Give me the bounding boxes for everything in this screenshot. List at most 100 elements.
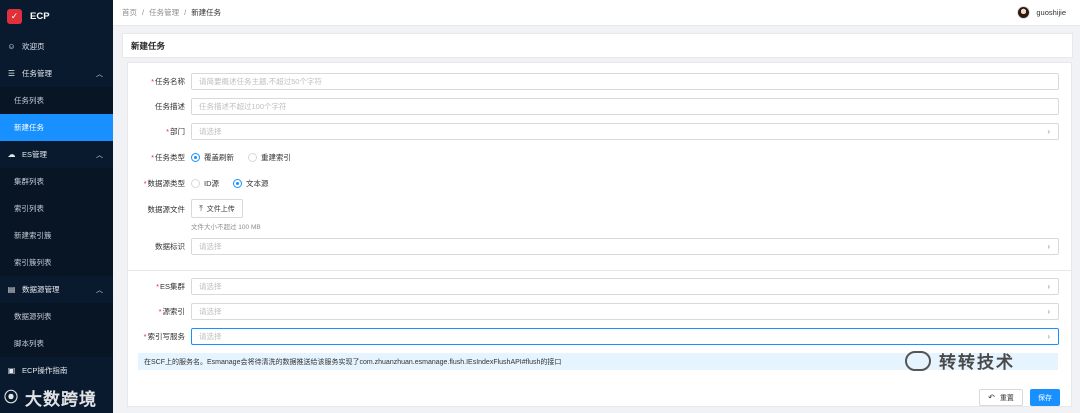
sidebar-item-label: 数据源管理 xyxy=(22,285,60,294)
top-header: 首页 / 任务管理 / 新建任务 guoshijie xyxy=(113,0,1080,26)
sidebar-item-label: 任务列表 xyxy=(14,96,44,105)
sidebar-group-task[interactable]: ☰ 任务管理 ︿ xyxy=(0,60,113,87)
source-index-label: *源索引 xyxy=(158,307,185,316)
breadcrumb-separator: / xyxy=(142,8,145,17)
sidebar-item-new-index-cluster[interactable]: 新建索引簇 xyxy=(0,222,113,249)
database-icon: ▤ xyxy=(7,285,16,294)
breadcrumb-current: 新建任务 xyxy=(191,8,222,17)
task-name-input[interactable]: 请简要概述任务主题,不超过50个字符 xyxy=(191,73,1059,90)
chevron-right-icon: › xyxy=(1047,127,1050,136)
task-desc-input[interactable]: 任务描述不超过100个字符 xyxy=(191,98,1059,115)
upload-button-label: 文件上传 xyxy=(206,205,235,213)
radio-label: 文本源 xyxy=(246,179,269,188)
task-desc-placeholder: 任务描述不超过100个字符 xyxy=(199,102,287,111)
form-row-department: *部门 请选择 › xyxy=(128,123,1071,140)
sidebar-item-index-cluster-list[interactable]: 索引簇列表 xyxy=(0,249,113,276)
radio-id-source[interactable]: ID源 xyxy=(191,178,219,189)
radio-text-source[interactable]: 文本源 xyxy=(233,178,269,189)
data-tag-select[interactable]: 请选择 › xyxy=(191,238,1059,255)
avatar xyxy=(1017,6,1031,19)
sidebar-item-label: ES管理 xyxy=(22,150,48,159)
breadcrumb-home[interactable]: 首页 xyxy=(122,7,137,18)
radio-overwrite-refresh[interactable]: 覆盖刷新 xyxy=(191,152,234,163)
radio-checked-icon xyxy=(233,179,242,188)
sidebar-item-label: 欢迎页 xyxy=(22,42,45,51)
form-row-data-tag: 数据标识 请选择 › xyxy=(128,238,1071,255)
sidebar-item-new-task[interactable]: 新建任务 xyxy=(0,114,113,141)
sidebar-group-es[interactable]: ☁ ES管理 ︿ xyxy=(0,141,113,168)
source-type-radio-group: ID源 文本源 xyxy=(191,178,283,189)
upload-icon: ⤒ xyxy=(199,203,203,213)
reset-button[interactable]: ↶ 重置 xyxy=(979,389,1023,406)
radio-rebuild-index[interactable]: 重建索引 xyxy=(248,152,291,163)
sidebar-item-task-list[interactable]: 任务列表 xyxy=(0,87,113,114)
data-tag-label: 数据标识 xyxy=(155,242,185,251)
list-icon: ☰ xyxy=(7,69,16,78)
form-row-task-desc: 任务描述 任务描述不超过100个字符 xyxy=(128,98,1071,115)
sidebar-item-label: 新建索引簇 xyxy=(14,231,52,240)
save-button[interactable]: 保存 xyxy=(1030,389,1060,406)
chevron-right-icon: › xyxy=(1047,307,1050,316)
wechat-icon xyxy=(905,350,931,371)
index-service-label: *索引写服务 xyxy=(143,332,185,341)
sidebar-item-script-list[interactable]: 脚本列表 xyxy=(0,330,113,357)
source-file-label: 数据源文件 xyxy=(147,205,186,214)
radio-label: ID源 xyxy=(204,179,219,188)
form-row-task-name: *任务名称 请简要概述任务主题,不超过50个字符 xyxy=(128,73,1071,90)
chevron-right-icon: › xyxy=(1047,332,1050,341)
chevron-right-icon: › xyxy=(1047,282,1050,291)
form-row-source-index: *源索引 请选择 › xyxy=(128,303,1071,320)
watermark-logo-icon: ⦿ xyxy=(4,389,19,405)
form-row-source-type: *数据源类型 ID源 文本源 xyxy=(128,175,1071,192)
chevron-right-icon: › xyxy=(1047,242,1050,251)
sidebar-item-label: 脚本列表 xyxy=(14,339,44,348)
watermark-right-text: 转转技术 xyxy=(939,353,1015,372)
sidebar-item-label: ECP操作指南 xyxy=(22,366,68,375)
sidebar-item-label: 索引列表 xyxy=(14,204,44,213)
sidebar-item-label: 数据源列表 xyxy=(14,312,52,321)
user-menu[interactable]: guoshijie xyxy=(1017,6,1066,19)
task-type-label: *任务类型 xyxy=(151,153,185,162)
chevron-up-icon: ︿ xyxy=(96,151,103,159)
es-cluster-select[interactable]: 请选择 › xyxy=(191,278,1059,295)
breadcrumb-separator: / xyxy=(184,8,187,17)
ecp-logo-icon: ✓ xyxy=(7,9,22,24)
form-row-index-service: *索引写服务 请选择 › xyxy=(128,328,1071,345)
department-label: *部门 xyxy=(166,127,185,136)
breadcrumb-task-manage[interactable]: 任务管理 xyxy=(149,7,179,18)
sidebar: ✓ ECP ☺ 欢迎页 ☰ 任务管理 ︿ 任务列表 新建任务 ☁ ES管理 ︿ … xyxy=(0,0,113,413)
book-icon: ▣ xyxy=(7,366,16,375)
source-index-select[interactable]: 请选择 › xyxy=(191,303,1059,320)
radio-unchecked-icon xyxy=(248,153,257,162)
source-type-label: *数据源类型 xyxy=(143,179,185,188)
data-tag-placeholder: 请选择 xyxy=(199,242,222,251)
sidebar-item-welcome[interactable]: ☺ 欢迎页 xyxy=(0,33,113,60)
form-row-es-cluster: *ES集群 请选择 › xyxy=(128,278,1071,295)
sidebar-item-guide[interactable]: ▣ ECP操作指南 xyxy=(0,357,113,384)
sidebar-item-index-list[interactable]: 索引列表 xyxy=(0,195,113,222)
source-index-placeholder: 请选择 xyxy=(199,307,222,316)
sidebar-item-cluster-list[interactable]: 集群列表 xyxy=(0,168,113,195)
watermark-right: 转转技术 xyxy=(905,348,1015,373)
index-service-select[interactable]: 请选择 › xyxy=(191,328,1059,345)
radio-checked-icon xyxy=(191,153,200,162)
task-name-placeholder: 请简要概述任务主题,不超过50个字符 xyxy=(199,77,322,86)
form-divider xyxy=(128,270,1071,271)
page-title: 新建任务 xyxy=(122,33,1073,58)
smile-icon: ☺ xyxy=(7,42,16,51)
sidebar-item-label: 集群列表 xyxy=(14,177,44,186)
form-row-source-file: 数据源文件 ⤒ 文件上传 xyxy=(128,199,1071,218)
reset-label: 重置 xyxy=(999,394,1014,402)
service-notice-text: 在SCF上的服务名。Esmanage会将待清洗的数据推送给该服务实现了com.z… xyxy=(144,358,562,366)
undo-icon: ↶ xyxy=(988,393,995,402)
radio-label: 重建索引 xyxy=(261,153,291,162)
brand[interactable]: ✓ ECP xyxy=(0,0,113,33)
page-title-text: 新建任务 xyxy=(131,40,166,51)
sidebar-group-datasource[interactable]: ▤ 数据源管理 ︿ xyxy=(0,276,113,303)
file-upload-button[interactable]: ⤒ 文件上传 xyxy=(191,199,243,218)
username: guoshijie xyxy=(1036,8,1066,17)
chevron-up-icon: ︿ xyxy=(96,70,103,78)
sidebar-item-datasource-list[interactable]: 数据源列表 xyxy=(0,303,113,330)
department-select[interactable]: 请选择 › xyxy=(191,123,1059,140)
sidebar-item-label: 新建任务 xyxy=(14,123,44,132)
